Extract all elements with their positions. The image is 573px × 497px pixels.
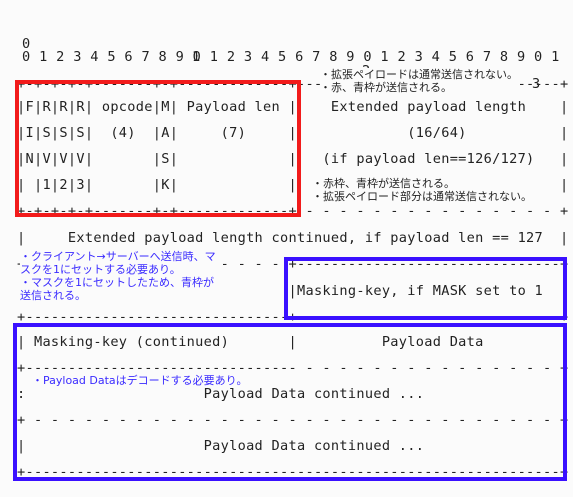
- note-red-blue-sent: ・赤枠、青枠が送信される。 ・拡張ペイロード部分は通常送信されない。: [312, 177, 532, 203]
- blue-highlight-box-masking-key: [284, 257, 567, 320]
- websocket-frame-diagram: 0 1 2 3 0 1 2 3 4 5 6 7 8 9 0 1 2 3 4 5 …: [0, 0, 573, 497]
- red-highlight-box: [15, 80, 301, 217]
- note-extended-not-sent: ・拡張ペイロードは通常送信されない。 ・赤、青枠が送信される。: [320, 68, 518, 94]
- note-mask-client-to-server: ・クライアント→サーバーへ送信時、マ スクを1にセットする必要あり。 ・マスクを…: [20, 250, 216, 302]
- extended-length-continued-row: | Extended payload length continued, if …: [17, 230, 569, 246]
- bit-ruler-units: 0 1 2 3 4 5 6 7 8 9 0 1 2 3 4 5 6 7 8 9 …: [22, 49, 560, 65]
- blue-highlight-box-payload: [13, 323, 567, 481]
